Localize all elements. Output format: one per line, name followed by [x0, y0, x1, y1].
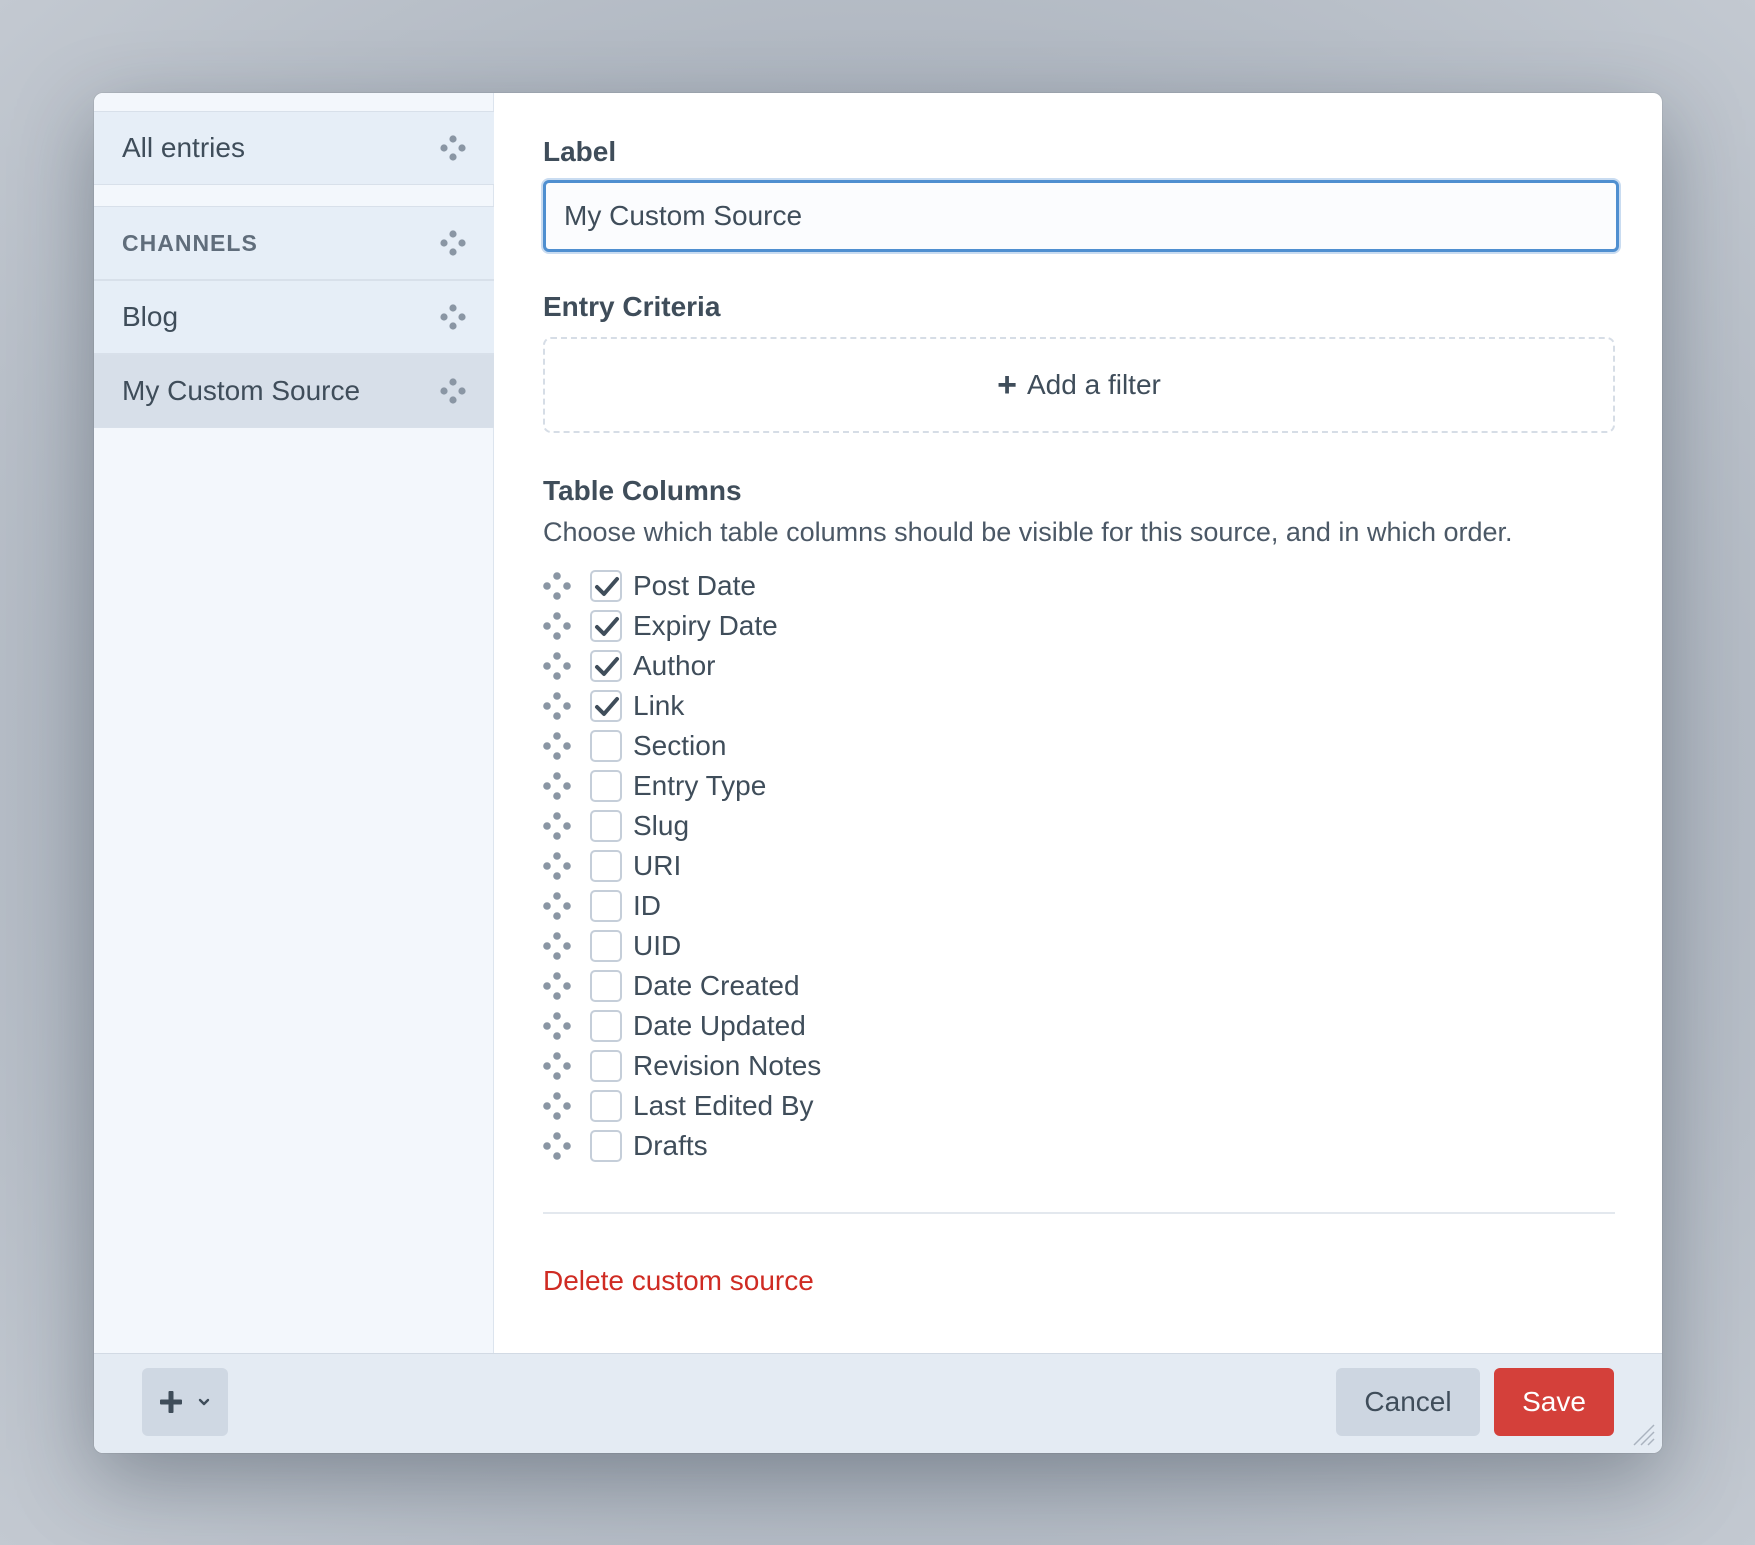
- sidebar-heading-channels[interactable]: CHANNELS: [94, 206, 494, 280]
- move-icon[interactable]: [440, 378, 466, 404]
- column-label: Date Created: [633, 970, 800, 1001]
- move-icon[interactable]: [543, 652, 571, 680]
- move-icon[interactable]: [440, 304, 466, 330]
- checkmark-icon: [595, 657, 619, 676]
- sidebar-item-my-custom-source[interactable]: My Custom Source: [94, 354, 494, 428]
- table-column-row: Author: [543, 646, 821, 686]
- column-checkbox[interactable]: [590, 890, 622, 922]
- column-label: Post Date: [633, 570, 756, 601]
- column-label: Last Edited By: [633, 1090, 814, 1121]
- sidebar-item-label: My Custom Source: [122, 375, 361, 406]
- column-checkbox[interactable]: [590, 730, 622, 762]
- sidebar-item-label: All entries: [122, 132, 245, 163]
- table-column-row: Revision Notes: [543, 1046, 821, 1086]
- move-icon[interactable]: [440, 230, 466, 256]
- column-label: Link: [633, 690, 685, 721]
- column-label: UID: [633, 930, 682, 961]
- column-label: Revision Notes: [633, 1050, 822, 1081]
- label-heading: Label: [543, 136, 617, 167]
- sidebar-item-blog[interactable]: Blog: [94, 280, 494, 354]
- table-column-row: Last Edited By: [543, 1086, 821, 1126]
- move-icon[interactable]: [543, 812, 571, 840]
- add-filter-label: Add a filter: [1027, 369, 1161, 400]
- column-checkbox[interactable]: [590, 1130, 622, 1162]
- move-icon[interactable]: [543, 972, 571, 1000]
- checkmark-icon: [595, 697, 619, 716]
- add-filter-button[interactable]: + Add a filter: [543, 337, 1615, 433]
- move-icon[interactable]: [543, 1012, 571, 1040]
- table-column-row: Section: [543, 726, 821, 766]
- column-checkbox[interactable]: [590, 1090, 622, 1122]
- move-icon[interactable]: [543, 732, 571, 760]
- table-column-row: Link: [543, 686, 821, 726]
- sources-sidebar: All entries CHANNELS Blog My Custom Sour…: [94, 93, 494, 1353]
- column-label: Expiry Date: [633, 610, 778, 641]
- column-label: Slug: [633, 810, 690, 841]
- table-column-row: Date Created: [543, 966, 821, 1006]
- column-checkbox[interactable]: [590, 570, 622, 602]
- move-icon[interactable]: [543, 1092, 571, 1120]
- move-icon[interactable]: [543, 772, 571, 800]
- column-checkbox[interactable]: [590, 650, 622, 682]
- source-settings-panel: Label Entry Criteria + Add a filter Tabl…: [495, 93, 1662, 1353]
- sidebar-item-label: Blog: [122, 301, 179, 332]
- sidebar-item-all-entries[interactable]: All entries: [94, 111, 494, 185]
- label-input[interactable]: [543, 180, 1619, 252]
- table-columns-heading: Table Columns: [543, 475, 742, 506]
- column-checkbox[interactable]: [590, 930, 622, 962]
- move-icon[interactable]: [543, 612, 571, 640]
- divider: [543, 1212, 1615, 1214]
- column-label: Entry Type: [633, 770, 767, 801]
- move-icon[interactable]: [543, 932, 571, 960]
- column-checkbox[interactable]: [590, 1010, 622, 1042]
- move-icon[interactable]: [543, 852, 571, 880]
- column-label: ID: [633, 890, 661, 921]
- column-checkbox[interactable]: [590, 810, 622, 842]
- column-checkbox[interactable]: [590, 850, 622, 882]
- table-column-row: Date Updated: [543, 1006, 821, 1046]
- chevron-down-icon: [198, 1398, 210, 1406]
- plus-icon: +: [997, 366, 1017, 404]
- table-column-row: Drafts: [543, 1126, 821, 1166]
- checkmark-icon: [595, 617, 619, 636]
- table-column-row: Slug: [543, 806, 821, 846]
- table-column-row: URI: [543, 846, 821, 886]
- table-column-row: ID: [543, 886, 821, 926]
- entry-criteria-heading: Entry Criteria: [543, 291, 721, 322]
- column-label: Date Updated: [633, 1010, 806, 1041]
- move-icon[interactable]: [543, 572, 571, 600]
- column-checkbox[interactable]: [590, 610, 622, 642]
- checkmark-icon: [595, 577, 619, 596]
- column-label: Author: [633, 650, 716, 681]
- move-icon[interactable]: [543, 692, 571, 720]
- cancel-button[interactable]: Cancel: [1336, 1368, 1480, 1436]
- table-columns-list: Post Date Expiry Date Author Link Section Ent…: [543, 566, 821, 1166]
- move-icon[interactable]: [543, 892, 571, 920]
- column-checkbox[interactable]: [590, 970, 622, 1002]
- table-columns-description: Choose which table columns should be vis…: [543, 517, 1513, 547]
- plus-icon: [160, 1391, 182, 1413]
- move-icon[interactable]: [543, 1132, 571, 1160]
- column-label: Drafts: [633, 1130, 708, 1161]
- customize-sources-modal: All entries CHANNELS Blog My Custom Sour…: [94, 93, 1662, 1453]
- delete-custom-source-link[interactable]: Delete custom source: [543, 1265, 814, 1297]
- column-label: Section: [633, 730, 727, 761]
- table-column-row: Expiry Date: [543, 606, 821, 646]
- resize-handle-icon[interactable]: [1628, 1419, 1656, 1447]
- move-icon[interactable]: [440, 135, 466, 161]
- modal-footer: Cancel Save: [94, 1353, 1662, 1453]
- add-source-menu-button[interactable]: [142, 1368, 228, 1436]
- column-checkbox[interactable]: [590, 770, 622, 802]
- move-icon[interactable]: [543, 1052, 571, 1080]
- column-checkbox[interactable]: [590, 1050, 622, 1082]
- save-button[interactable]: Save: [1494, 1368, 1614, 1436]
- column-checkbox[interactable]: [590, 690, 622, 722]
- table-column-row: UID: [543, 926, 821, 966]
- sidebar-heading-label: CHANNELS: [122, 229, 258, 256]
- table-column-row: Entry Type: [543, 766, 821, 806]
- column-label: URI: [633, 850, 682, 881]
- table-column-row: Post Date: [543, 566, 821, 606]
